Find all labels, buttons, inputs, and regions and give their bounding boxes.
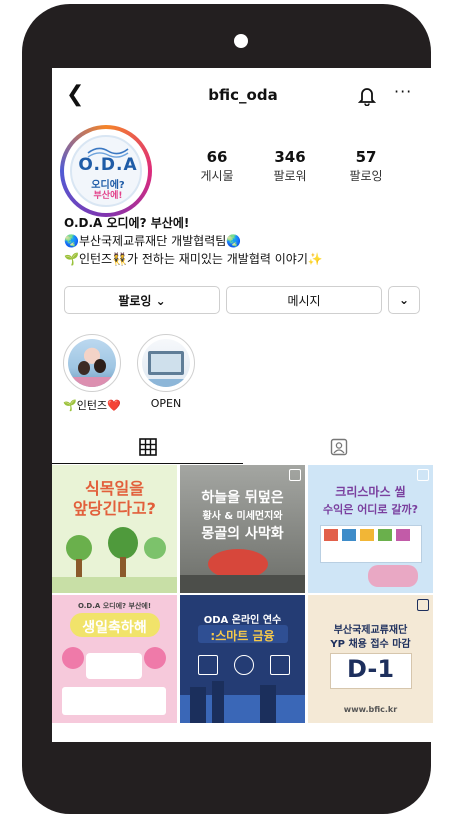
tab-tagged[interactable] (243, 430, 434, 464)
posts-count[interactable]: 66 게시물 (182, 148, 252, 184)
oda-logo: O.D.A 오디에? 부산에! (70, 135, 142, 207)
tagged-user-icon (330, 438, 347, 456)
post-thumbnail[interactable]: 크리스마스 씰 수익은 어디로 갈까? (308, 465, 433, 593)
multi-post-icon (289, 469, 301, 481)
active-tab-indicator (52, 463, 243, 464)
story-highlight[interactable]: OPEN (136, 334, 196, 410)
posts-grid: 식목일을 앞당긴다고? 하늘을 뒤덮은 황사 & 미세먼지와 몽골의 사막화 크… (52, 465, 434, 723)
tab-posts-grid[interactable] (52, 430, 243, 464)
post-thumbnail[interactable]: 식목일을 앞당긴다고? (52, 465, 177, 593)
logo-subtext: 부산에! (93, 191, 123, 201)
highlight-cover (68, 339, 116, 387)
instagram-profile-screen: ❮ bfic_oda ··· O.D.A 오디에? 부산에! 66 게시물 34… (52, 68, 434, 742)
highlight-cover (142, 339, 190, 387)
bell-icon[interactable] (358, 86, 376, 106)
followers-count[interactable]: 346 팔로워 (255, 148, 325, 184)
multi-post-icon (417, 469, 429, 481)
post-thumbnail[interactable]: O.D.A 오디에? 부산에! 생일축하해 (52, 595, 177, 723)
more-icon[interactable]: ··· (394, 82, 412, 101)
suggested-dropdown-button[interactable]: ⌄ (388, 286, 420, 314)
bio-line: 🌱인턴즈👯가 전하는 재미있는 개발협력 이야기✨ (64, 252, 323, 266)
username-title: bfic_oda (208, 86, 278, 104)
story-highlight[interactable]: 🌱인턴즈❤️ (62, 334, 122, 413)
profile-name: O.D.A 오디에? 부산에! (64, 216, 190, 230)
camera-dot (234, 34, 248, 48)
following-count[interactable]: 57 팔로잉 (331, 148, 401, 184)
multi-post-icon (417, 599, 429, 611)
profile-tabs (52, 430, 434, 464)
highlight-label: 🌱인턴즈❤️ (63, 399, 121, 412)
logo-text: O.D.A (78, 155, 138, 175)
post-thumbnail[interactable]: ODA 온라인 연수 :스마트 금융 (180, 595, 305, 723)
grid-icon (138, 438, 157, 456)
following-button[interactable]: 팔로잉 ⌄ (64, 286, 220, 314)
top-bar: ❮ bfic_oda ··· (52, 68, 434, 124)
post-thumbnail[interactable]: 부산국제교류재단 YP 채용 접수 마감 D-1 www.bfic.kr (308, 595, 433, 723)
post-thumbnail[interactable]: 하늘을 뒤덮은 황사 & 미세먼지와 몽골의 사막화 (180, 465, 305, 593)
message-button[interactable]: 메시지 (226, 286, 382, 314)
bio-line: 🌏부산국제교류재단 개발협력팀🌏 (64, 234, 242, 248)
profile-bio: O.D.A 오디에? 부산에! 🌏부산국제교류재단 개발협력팀🌏 🌱인턴즈👯가 … (64, 214, 426, 268)
highlight-label: OPEN (150, 397, 182, 410)
avatar[interactable]: O.D.A 오디에? 부산에! (60, 125, 152, 217)
